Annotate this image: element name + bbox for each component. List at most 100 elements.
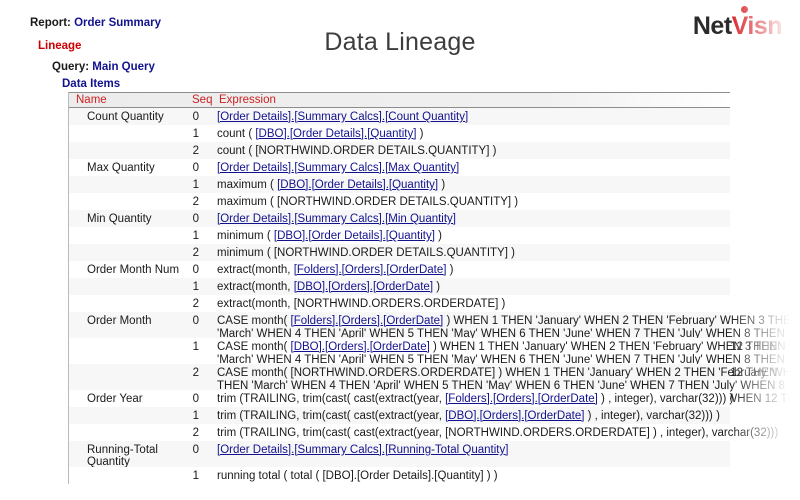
column-header-expression: Expression [219,94,276,106]
expression-text: running total ( total ( [DBO].[Order Det… [217,470,498,482]
cell-seq: 2 [187,247,199,259]
logo-dot-icon [741,6,748,13]
expression-link[interactable]: [DBO].[Order Details].[Quantity] [274,230,435,242]
cell-seq: 0 [187,315,199,327]
cell-expression: [Order Details].[Summary Calcs].[Min Qua… [217,213,800,226]
cell-seq: 1 [187,470,199,482]
expression-link[interactable]: [DBO].[Orders].[OrderDate] [294,281,433,293]
expression-text: minimum ( [NORTHWIND.ORDER DETAILS.QUANT… [217,247,515,259]
cell-expression: extract(month, [NORTHWIND.ORDERS.ORDERDA… [217,298,800,311]
expression-link[interactable]: [Order Details].[Summary Calcs].[Max Qua… [217,162,459,174]
expression-link[interactable]: [Order Details].[Summary Calcs].[Count Q… [217,111,468,123]
cell-expression: count ( [NORTHWIND.ORDER DETAILS.QUANTIT… [217,145,800,158]
cell-expression: count ( [DBO].[Order Details].[Quantity]… [217,128,800,141]
breadcrumb-query: Query: Main Query [52,60,155,74]
table-row: 2 minimum ( [NORTHWIND.ORDER DETAILS.QUAN… [69,244,730,261]
table-header-row: Name Seq Expression [69,92,730,108]
cell-expression: trim (TRAILING, trim(cast( cast(extract(… [217,410,800,423]
cell-seq: 0 [187,444,199,456]
page-title: Data Lineage [0,28,800,57]
expression-link[interactable]: [Order Details].[Summary Calcs].[Min Qua… [217,213,456,225]
cell-name: Order Month Num [87,264,187,276]
table-row: Order Month Num0extract(month, [Folders]… [69,261,730,278]
table-row: Order Month0CASE month( [Folders].[Order… [69,312,730,338]
cell-name: Order Year [87,393,187,405]
expression-suffix: ) , integer), varchar(32))) ) [584,410,719,422]
expression-suffix: ) [416,128,423,140]
expression-text: extract(month, [NORTHWIND.ORDERS.ORDERDA… [217,298,505,310]
query-value[interactable]: Main Query [92,61,155,73]
logo-text-net: Net [693,12,732,40]
cell-expression: trim (TRAILING, trim(cast( cast(extract(… [217,427,800,440]
table-row: Min Quantity0[Order Details].[Summary Ca… [69,210,730,227]
expression-suffix: ) [446,264,453,276]
cell-expression: maximum ( [NORTHWIND.ORDER DETAILS.QUANT… [217,196,800,209]
cell-expression: extract(month, [Folders].[Orders].[Order… [217,264,800,277]
table-row: 1trim (TRAILING, trim(cast( cast(extract… [69,407,730,424]
cell-seq: 0 [187,111,199,123]
cell-seq: 2 [187,145,199,157]
table-row: 2CASE month( [NORTHWIND.ORDERS.ORDERDATE… [69,364,730,390]
cell-name: Min Quantity [87,213,187,225]
expression-link[interactable]: [DBO].[Order Details].[Quantity] [255,128,416,140]
query-label: Query: [52,61,89,73]
data-items-table: Name Seq Expression Count Quantity0[Orde… [68,92,730,484]
cell-seq: 2 [187,298,199,310]
expression-prefix: trim (TRAILING, trim(cast( cast(extract(… [217,410,445,422]
table-row: 2count ( [NORTHWIND.ORDER DETAILS.QUANTI… [69,142,730,159]
breadcrumb-report: Report: Order Summary [30,16,161,30]
expression-link[interactable]: [Folders].[Orders].[OrderDate] [445,393,598,405]
expression-prefix: trim (TRAILING, trim(cast( cast(extract(… [217,393,445,405]
data-lineage-page: NetVisn Data Lineage Report: Order Summa… [0,0,800,500]
expression-link[interactable]: [Order Details].[Summary Calcs].[Running… [217,444,508,456]
table-row: 1 maximum ( [DBO].[Order Details].[Quanti… [69,176,730,193]
data-items-label: Data Items [62,78,120,90]
cell-expression: extract(month, [DBO].[Orders].[OrderDate… [217,281,800,294]
report-value[interactable]: Order Summary [74,17,161,29]
table-row: 1minimum ( [DBO].[Order Details].[Quanti… [69,227,730,244]
cell-seq: 2 [187,427,199,439]
expression-suffix: ) , integer), varchar(32))) ) [598,393,733,405]
breadcrumb-data-items[interactable]: Data Items [62,77,120,91]
expression-link[interactable]: [DBO].[Orders].[OrderDate] [291,341,430,353]
cell-seq: 1 [187,281,199,293]
expression-suffix: ) [438,179,445,191]
logo-text-visn: Visn [732,12,782,40]
cell-seq: 1 [187,179,199,191]
expression-prefix: minimum ( [217,230,274,242]
cell-expression: [Order Details].[Summary Calcs].[Running… [217,444,800,457]
logo-visn-label: Visn [732,12,782,40]
expression-prefix: maximum ( [217,179,277,191]
table-row: 1 count ( [DBO].[Order Details].[Quantity… [69,125,730,142]
breadcrumb-lineage[interactable]: Lineage [38,39,81,53]
cell-name: Order Month [87,315,187,327]
expression-link[interactable]: [DBO].[Order Details].[Quantity] [277,179,438,191]
table-row: 2maximum ( [NORTHWIND.ORDER DETAILS.QUAN… [69,193,730,210]
expression-prefix: count ( [217,128,255,140]
table-row: 2trim (TRAILING, trim(cast( cast(extract… [69,424,730,441]
expression-link[interactable]: [Folders].[Orders].[OrderDate] [291,315,444,327]
expression-text: trim (TRAILING, trim(cast( cast(extract(… [217,427,778,439]
column-header-seq: Seq [192,94,212,106]
expression-prefix: CASE month( [217,341,291,353]
table-body: Count Quantity0[Order Details].[Summary … [69,108,730,484]
cell-expression: [Order Details].[Summary Calcs].[Count Q… [217,111,800,124]
expression-prefix: extract(month, [217,264,294,276]
column-header-name: Name [76,94,107,106]
table-row: Order Year0trim (TRAILING, trim(cast( ca… [69,390,730,407]
table-row: Max Quantity0 [Order Details].[Summary Ca… [69,159,730,176]
expression-link[interactable]: [Folders].[Orders].[OrderDate] [294,264,447,276]
table-row: 1 running total ( total ( [DBO].[Order De… [69,467,730,484]
cell-seq: 0 [187,162,199,174]
table-row: Running-Total Quantity0[Order Details].[… [69,441,730,467]
cell-expression: maximum ( [DBO].[Order Details].[Quantit… [217,179,800,192]
cell-name: Max Quantity [87,162,187,174]
netvisn-logo: NetVisn [693,14,782,39]
table-row: 1CASE month( [DBO].[Orders].[OrderDate] … [69,338,730,364]
cell-seq: 2 [187,196,199,208]
cell-seq: 1 [187,341,199,353]
table-row: 2 extract(month, [NORTHWIND.ORDERS.ORDERD… [69,295,730,312]
expression-link[interactable]: [DBO].[Orders].[OrderDate] [445,410,584,422]
cell-seq: 1 [187,128,199,140]
expression-suffix: ) [433,281,440,293]
